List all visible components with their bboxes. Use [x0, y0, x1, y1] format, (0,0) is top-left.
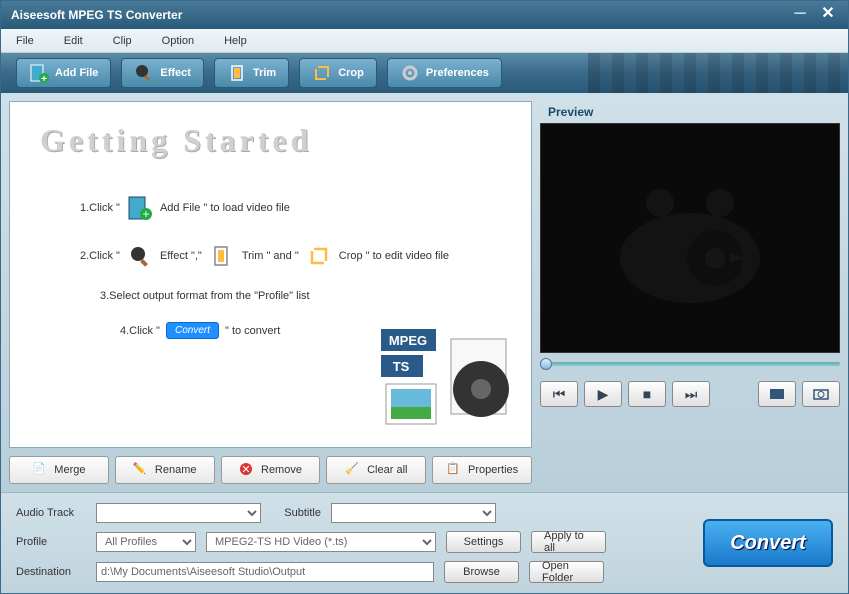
close-button[interactable]: ✕ [818, 7, 838, 23]
remove-icon: ✕ [239, 462, 255, 478]
preferences-button[interactable]: Preferences [387, 58, 502, 88]
remove-button[interactable]: ✕Remove [221, 456, 321, 484]
action-row: 📄Merge ✏️Rename ✕Remove 🧹Clear all 📋Prop… [9, 456, 532, 484]
app-title: Aiseesoft MPEG TS Converter [11, 8, 790, 22]
openfolder-button[interactable]: Open Folder [529, 561, 604, 583]
addfile-label: Add File [55, 67, 98, 79]
profile-label: Profile [16, 536, 86, 548]
addfile-button[interactable]: + Add File [16, 58, 111, 88]
preferences-label: Preferences [426, 67, 489, 79]
toolbar: + Add File Effect Trim Crop Preferences [1, 53, 848, 93]
gear-icon [400, 63, 420, 83]
menu-file[interactable]: File [16, 35, 34, 47]
trim-icon [208, 242, 236, 270]
svg-text:+: + [142, 207, 149, 221]
trim-button[interactable]: Trim [214, 58, 289, 88]
crop-icon [305, 242, 333, 270]
trim-icon [227, 63, 247, 83]
crop-icon [312, 63, 332, 83]
next-button[interactable]: ⏭ [672, 381, 710, 407]
applyall-button[interactable]: Apply to all [531, 531, 606, 553]
step-3: 3.Select output format from the "Profile… [100, 290, 501, 302]
audiotrack-select[interactable] [96, 503, 261, 523]
menu-clip[interactable]: Clip [113, 35, 132, 47]
pencil-icon: ✏️ [133, 462, 149, 478]
svg-text:✕: ✕ [241, 464, 250, 476]
preview-logo-icon [600, 168, 780, 308]
browse-button[interactable]: Browse [444, 561, 519, 583]
preview-box [540, 123, 840, 353]
step-1: 1.Click " + Add File " to load video fil… [80, 194, 501, 222]
brush-icon [126, 242, 154, 270]
settings-button[interactable]: Settings [446, 531, 521, 553]
menu-option[interactable]: Option [162, 35, 194, 47]
svg-text:MPEG: MPEG [389, 333, 427, 348]
stop-button[interactable]: ■ [628, 381, 666, 407]
broom-icon: 🧹 [345, 462, 361, 478]
rename-button[interactable]: ✏️Rename [115, 456, 215, 484]
effect-button[interactable]: Effect [121, 58, 204, 88]
step-2: 2.Click " Effect "," Trim " and " Crop "… [80, 242, 501, 270]
menu-help[interactable]: Help [224, 35, 247, 47]
minimize-button[interactable]: ─ [790, 7, 810, 23]
destination-label: Destination [16, 566, 86, 578]
merge-icon: 📄 [32, 462, 48, 478]
snapshot-button[interactable] [802, 381, 840, 407]
titlebar: Aiseesoft MPEG TS Converter ─ ✕ [1, 1, 848, 29]
prev-button[interactable]: ⏮ [540, 381, 578, 407]
trim-label: Trim [253, 67, 276, 79]
film-plus-icon: + [126, 194, 154, 222]
content-area: Getting Started 1.Click " + Add File " t… [9, 101, 532, 448]
properties-icon: 📋 [446, 462, 462, 478]
bottom-panel: Audio Track Subtitle Profile All Profile… [1, 492, 848, 593]
fullscreen-button[interactable] [758, 381, 796, 407]
crop-button[interactable]: Crop [299, 58, 377, 88]
app-window: Aiseesoft MPEG TS Converter ─ ✕ File Edi… [0, 0, 849, 594]
menubar: File Edit Clip Option Help [1, 29, 848, 53]
profile-select[interactable]: MPEG2-TS HD Video (*.ts) [206, 532, 436, 552]
destination-input[interactable] [96, 562, 434, 582]
play-button[interactable]: ▶ [584, 381, 622, 407]
profile-group-select[interactable]: All Profiles [96, 532, 196, 552]
clearall-button[interactable]: 🧹Clear all [326, 456, 426, 484]
decor-mpeg-ts-icon: MPEG TS [381, 329, 521, 442]
svg-text:+: + [41, 74, 47, 83]
effect-label: Effect [160, 67, 191, 79]
film-plus-icon: + [29, 63, 49, 83]
svg-text:TS: TS [393, 359, 410, 374]
convert-mini-icon: Convert [166, 322, 219, 339]
brush-icon [134, 63, 154, 83]
subtitle-select[interactable] [331, 503, 496, 523]
audiotrack-label: Audio Track [16, 507, 86, 519]
seek-bar[interactable] [540, 357, 840, 371]
convert-button[interactable]: Convert [703, 519, 833, 567]
preview-label: Preview [540, 101, 840, 123]
menu-edit[interactable]: Edit [64, 35, 83, 47]
heading: Getting Started [40, 122, 501, 159]
subtitle-label: Subtitle [271, 507, 321, 519]
merge-button[interactable]: 📄Merge [9, 456, 109, 484]
seek-thumb[interactable] [540, 358, 552, 370]
properties-button[interactable]: 📋Properties [432, 456, 532, 484]
crop-label: Crop [338, 67, 364, 79]
